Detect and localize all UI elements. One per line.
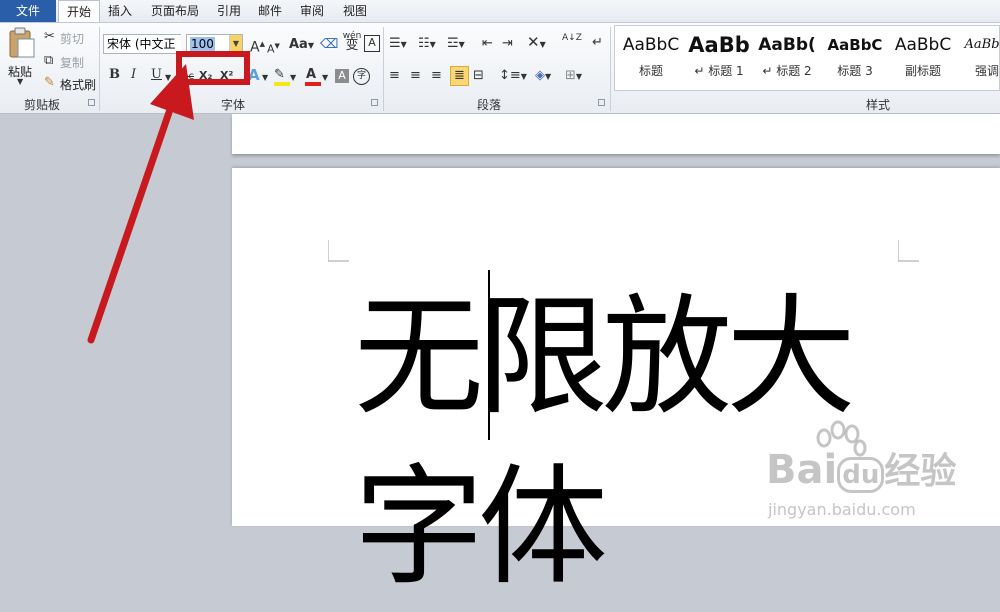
watermark-url: jingyan.baidu.com <box>768 500 916 519</box>
watermark-brand: Bai du 经验 <box>766 447 957 493</box>
